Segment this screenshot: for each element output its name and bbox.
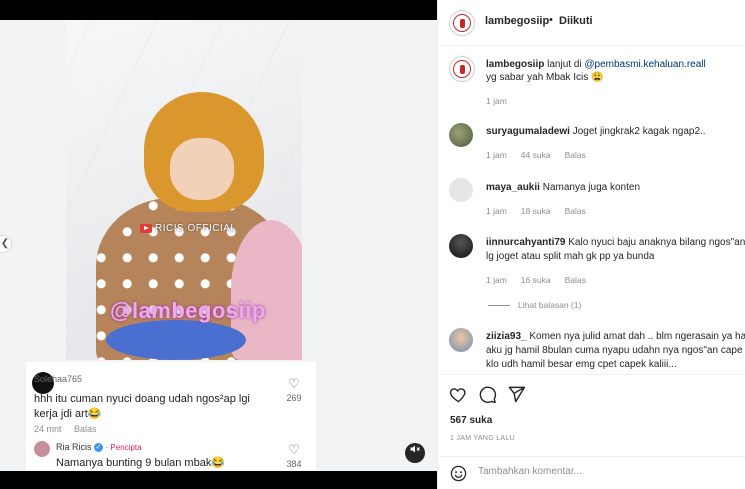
header-separator: • [549,14,553,26]
overlay-comment-user: Solehaa765 [34,374,83,384]
replies-divider [488,305,510,307]
comment-3-body: iinnurcahyanti79 Kalo nyuci baju anaknya… [486,235,745,250]
overlay-like-count: 269 [286,393,302,403]
comment-text: Kalo nyuci baju anaknya bilang ngos"an [568,237,745,248]
creator-badge: · Pencipta [105,443,142,452]
post-sidebar: lambegosiip • Diikuti lambegosiip lanjut… [437,0,745,489]
heart-icon: ♡ [288,376,300,391]
heart-icon[interactable] [449,385,469,405]
post-timestamp: 1 JAM YANG LALU [450,435,515,442]
overlay-comment-text: hhh itu cuman nyuci doang udah ngos²ap l… [34,393,250,405]
add-comment-input[interactable] [478,466,708,477]
view-replies-label: Lihat balasan (1) [518,300,582,310]
caption-username[interactable]: lambegosiip [486,59,544,70]
comment-1-body: suryagumaladewi Joget jingkrak2 kagak ng… [486,124,706,139]
comment-time: 1 jam [486,275,507,285]
video-wash-tub [106,320,246,360]
avatar[interactable] [449,234,473,258]
chevron-left-icon[interactable]: ❮ [0,235,12,253]
comment-time: 1 jam [486,206,507,216]
muted-speaker-icon[interactable] [405,443,425,463]
caption-mention-link[interactable]: @pembasmi.kehaluan.reall [584,59,705,70]
watermark-channel: RICIS OFFICIAL [140,223,236,234]
overlay-creator-name: Ria Ricis [56,442,92,452]
comment-text: Komen nya julid amat dah .. blm ngerasai… [529,331,745,342]
overlay-reply-link: Balas [74,424,97,434]
smiley-icon[interactable] [450,465,467,482]
overlay-comment-meta: 24 mnt Balas [34,424,97,434]
reply-button[interactable]: Balas [565,275,586,285]
comment-4-text-cont: aku jg hamil 8bulan cuma nyapu udahn nya… [486,345,743,356]
overlay-comment-2: Ria Ricis ✓ · Pencipta Namanya bunting 9… [26,438,316,471]
avatar [34,441,50,457]
comment-text: Joget jingkrak2 kagak ngap2.. [572,126,706,137]
add-comment-divider [438,456,745,457]
avatar[interactable] [449,10,475,36]
heart-icon: ♡ [288,442,300,457]
comment-1-meta: 1 jam 44 suka Balas [486,150,600,160]
comment-time: 1 jam [486,150,507,160]
actions-divider [438,374,745,375]
overlay-comment-1: Solehaa765 hhh itu cuman nyuci doang uda… [26,362,316,434]
comment-2-body: maya_aukii Namanya juga konten [486,180,640,195]
avatar[interactable] [449,56,475,82]
avatar[interactable] [449,328,473,352]
comment-3-meta: 1 jam 16 suka Balas [486,275,600,285]
view-replies-button[interactable]: Lihat balasan (1) [488,300,581,310]
avatar[interactable] [449,178,473,202]
comment-like-count[interactable]: 16 suka [521,275,551,285]
video-comment-overlay: Solehaa765 hhh itu cuman nyuci doang uda… [26,362,316,471]
video-person-face [170,138,234,200]
likes-count[interactable]: 567 suka [450,415,492,426]
avatar[interactable] [449,123,473,147]
overlay-comment-text-cont: kerja jdi art😂 [34,408,102,420]
reply-button[interactable]: Balas [565,206,586,216]
media-top-bar [0,0,437,20]
caption-prefix: lanjut di [547,59,582,70]
comment-username[interactable]: ziizia93_ [486,331,527,342]
overlay-creator-row: Ria Ricis ✓ · Pencipta [56,442,142,453]
caption-time: 1 jam [486,96,507,106]
comment-username[interactable]: suryagumaladewi [486,126,570,137]
youtube-logo-icon [140,223,152,233]
watermark-handle: @lambegosiip [110,298,266,323]
verified-check-icon: ✓ [94,443,104,453]
comment-like-count[interactable]: 18 suka [521,206,551,216]
comment-username[interactable]: iinnurcahyanti79 [486,237,565,248]
comment-username[interactable]: maya_aukii [486,182,540,193]
comment-icon[interactable] [478,385,498,405]
header-username[interactable]: lambegosiip [485,15,549,27]
media-bottom-bar [0,471,437,489]
comment-3-text-cont: lg joget atau split mah gk pp ya bunda [486,251,655,262]
post-header: lambegosiip • Diikuti [438,0,745,46]
caption-line-2: yg sabar yah Mbak Icis 😩 [486,72,604,83]
watermark-channel-text: RICIS OFFICIAL [155,223,237,234]
overlay-comment-time: 24 mnt [34,424,62,434]
comment-like-count[interactable]: 44 suka [521,150,551,160]
comment-4-text-cont-2: klo udh hamil besar emg cpet capek kalii… [486,359,677,370]
follow-status-button[interactable]: Diikuti [559,15,593,27]
overlay-creator-text: Namanya bunting 9 bulan mbak😂 [56,457,226,469]
comment-4-body: ziizia93_ Komen nya julid amat dah .. bl… [486,329,745,344]
overlay-like-count: 384 [286,459,302,469]
post-media[interactable]: RICIS OFFICIAL @lambegosiip ❮ Solehaa765… [0,0,437,489]
comment-2-meta: 1 jam 18 suka Balas [486,206,600,216]
share-icon[interactable] [507,385,527,405]
reply-button[interactable]: Balas [565,150,586,160]
comment-text: Namanya juga konten [542,182,641,193]
